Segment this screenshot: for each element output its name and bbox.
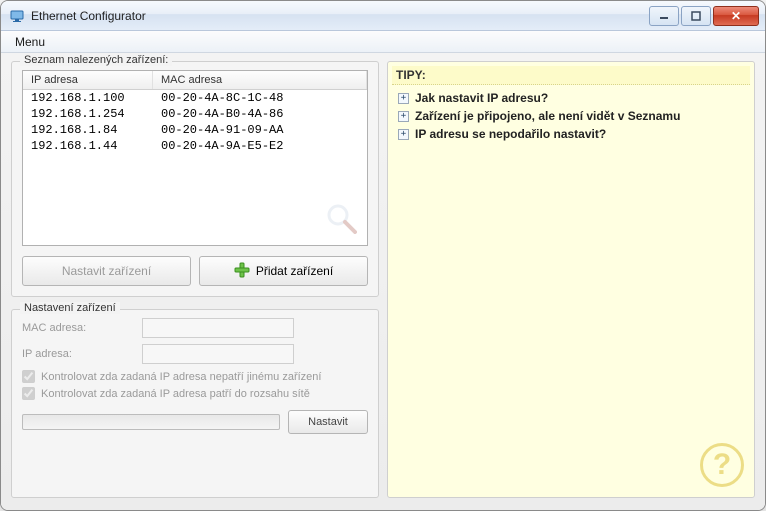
check1-label: Kontrolovat zda zadaná IP adresa nepatří… [41,371,321,383]
mac-label: MAC adresa: [22,322,142,334]
tips-list: + Jak nastavit IP adresu? + Zařízení je při… [398,89,744,143]
add-device-button[interactable]: Přidat zařízení [199,256,368,286]
column-ip[interactable]: IP adresa [23,71,153,89]
tip-text: Zařízení je připojeno, ale není vidět v … [415,109,680,123]
menu-item-menu[interactable]: Menu [7,33,53,51]
table-row[interactable]: 192.168.1.10000-20-4A-8C-1C-48 [23,90,367,106]
tips-title: TIPY: [392,66,750,85]
expand-icon: + [398,93,409,104]
expand-icon: + [398,129,409,140]
window-buttons: ✕ [647,6,759,26]
check2-label: Kontrolovat zda zadaná IP adresa patří d… [41,388,310,400]
ip-label: IP adresa: [22,348,142,360]
app-window: Ethernet Configurator ✕ Menu Seznam nale… [0,0,766,511]
cell-mac: 00-20-4A-91-09-AA [153,123,367,137]
set-device-button[interactable]: Nastavit zařízení [22,256,191,286]
device-list-group: Seznam nalezených zařízení: IP adresa MA… [11,61,379,297]
mac-row: MAC adresa: [22,318,368,338]
settings-bottom-row: Nastavit [22,410,368,434]
device-list[interactable]: IP adresa MAC adresa 192.168.1.10000-20-… [22,70,368,246]
device-list-legend: Seznam nalezených zařízení: [20,54,172,66]
device-list-header: IP adresa MAC adresa [23,71,367,90]
close-button[interactable]: ✕ [713,6,759,26]
cell-mac: 00-20-4A-8C-1C-48 [153,91,367,105]
close-icon: ✕ [731,9,741,23]
mac-input[interactable] [142,318,294,338]
add-device-label: Přidat zařízení [256,264,333,278]
tips-panel: TIPY: + Jak nastavit IP adresu? + Zařízení … [387,61,755,498]
cell-mac: 00-20-4A-9A-E5-E2 [153,139,367,153]
column-mac[interactable]: MAC adresa [153,71,367,89]
plus-icon [234,262,250,281]
cell-ip: 192.168.1.254 [23,107,153,121]
tip-item[interactable]: + IP adresu se nepodařilo nastavit? [398,125,744,143]
apply-button[interactable]: Nastavit [288,410,368,434]
window-title: Ethernet Configurator [31,9,647,23]
tip-item[interactable]: + Jak nastavit IP adresu? [398,89,744,107]
device-list-body: 192.168.1.10000-20-4A-8C-1C-48192.168.1.… [23,90,367,154]
tip-text: Jak nastavit IP adresu? [415,91,548,105]
check-ip-range[interactable] [22,387,35,400]
left-column: Seznam nalezených zařízení: IP adresa MA… [11,61,379,498]
table-row[interactable]: 192.168.1.8400-20-4A-91-09-AA [23,122,367,138]
table-row[interactable]: 192.168.1.4400-20-4A-9A-E5-E2 [23,138,367,154]
cell-ip: 192.168.1.100 [23,91,153,105]
titlebar[interactable]: Ethernet Configurator ✕ [1,1,765,31]
device-button-row: Nastavit zařízení Přidat zařízení [22,256,368,286]
check1-row: Kontrolovat zda zadaná IP adresa nepatří… [22,370,368,383]
progress-bar [22,414,280,430]
settings-group: Nastavení zařízení MAC adresa: IP adresa… [11,309,379,498]
maximize-button[interactable] [681,6,711,26]
minimize-button[interactable] [649,6,679,26]
cell-ip: 192.168.1.44 [23,139,153,153]
ip-row: IP adresa: [22,344,368,364]
help-icon[interactable]: ? [700,443,744,487]
magnifier-icon [325,202,359,239]
tip-text: IP adresu se nepodařilo nastavit? [415,127,606,141]
app-icon [9,8,25,24]
expand-icon: + [398,111,409,122]
content-area: Seznam nalezených zařízení: IP adresa MA… [1,53,765,510]
tip-item[interactable]: + Zařízení je připojeno, ale není vidět v… [398,107,744,125]
check-ip-conflict[interactable] [22,370,35,383]
settings-legend: Nastavení zařízení [20,302,120,314]
check2-row: Kontrolovat zda zadaná IP adresa patří d… [22,387,368,400]
cell-ip: 192.168.1.84 [23,123,153,137]
table-row[interactable]: 192.168.1.25400-20-4A-B0-4A-86 [23,106,367,122]
ip-input[interactable] [142,344,294,364]
menubar: Menu [1,31,765,53]
cell-mac: 00-20-4A-B0-4A-86 [153,107,367,121]
